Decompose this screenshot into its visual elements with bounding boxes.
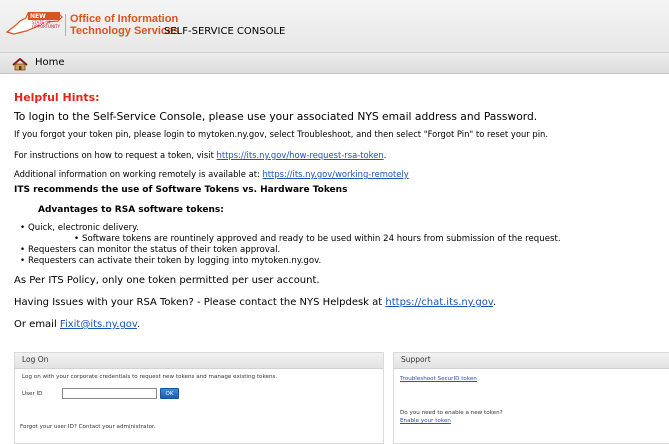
logo-divider (65, 14, 66, 36)
email-prefix: Or email (14, 319, 60, 330)
home-icon[interactable] (12, 56, 28, 75)
working-remotely-link[interactable]: https://its.ny.gov/working-remotely (262, 169, 408, 179)
enable-token-question: Do you need to enable a new token? (400, 410, 503, 416)
logon-panel-title: Log On (22, 355, 49, 364)
request-token-prefix: For instructions on how to request a tok… (14, 150, 217, 160)
email-text: Or email Fixit@its.ny.gov. (14, 319, 140, 330)
working-remotely-prefix: Additional information on working remote… (14, 169, 263, 179)
org-name-line1: Office of Information (70, 13, 179, 25)
advantage-item: Quick, electronic delivery. (20, 223, 139, 233)
token-policy-text: As Per ITS Policy, only one token permit… (14, 275, 320, 286)
advantage-item: Requesters can monitor the status of the… (20, 245, 280, 255)
app-header: NEW YORK STATE OF OPPORTUNITY Office of … (0, 0, 669, 52)
request-token-text: For instructions on how to request a tok… (14, 150, 386, 160)
forgot-pin-text: If you forgot your token pin, please log… (14, 129, 548, 139)
advantage-subitem: Software tokens are rountinely approved … (74, 234, 561, 244)
console-title: SELF-SERVICE CONSOLE (164, 26, 286, 37)
fixit-email-link[interactable]: Fixit@its.ny.gov (60, 319, 137, 330)
helpful-hints-heading: Helpful Hints: (14, 91, 100, 104)
software-token-recommendation: ITS recommends the use of Software Token… (14, 185, 348, 195)
email-suffix: . (137, 319, 141, 330)
enable-item: Enable your token (400, 418, 451, 424)
logon-panel: Log On Log on with your corporate creden… (14, 352, 384, 444)
logon-description: Log on with your corporate credentials t… (22, 374, 278, 380)
working-remotely-text: Additional information on working remote… (14, 169, 409, 179)
forgot-userid-text: Forgot your user ID? Contact your admini… (20, 424, 156, 430)
advantage-item: Requesters can activate their token by l… (20, 256, 321, 266)
support-panel: Support Troubleshoot SecurID token Do yo… (393, 352, 669, 444)
userid-input[interactable] (62, 388, 157, 399)
helpdesk-chat-link[interactable]: https://chat.its.ny.gov (385, 297, 493, 308)
support-panel-title: Support (401, 355, 431, 364)
org-name: Office of Information Technology Service… (70, 13, 179, 37)
nav-bar: Home (0, 52, 669, 74)
nav-home-link[interactable]: Home (35, 57, 65, 68)
request-token-link[interactable]: https://its.ny.gov/how-request-rsa-token (217, 150, 384, 160)
userid-label: User ID (22, 391, 43, 397)
support-panel-header: Support (394, 353, 669, 369)
helpdesk-suffix: . (493, 297, 497, 308)
org-name-line2: Technology Services (70, 25, 180, 37)
helpdesk-text: Having Issues with your RSA Token? - Ple… (14, 297, 496, 308)
troubleshoot-item: Troubleshoot SecurID token (400, 376, 477, 382)
enable-token-link[interactable]: Enable your token (400, 418, 451, 424)
nys-logo[interactable]: NEW YORK STATE OF OPPORTUNITY (6, 12, 66, 36)
logo-text-opportunity: STATE OF OPPORTUNITY (32, 20, 61, 29)
helpdesk-prefix: Having Issues with your RSA Token? - Ple… (14, 297, 386, 308)
ok-button[interactable]: OK (160, 388, 179, 399)
advantages-heading: Advantages to RSA software tokens: (38, 205, 224, 215)
troubleshoot-securid-link[interactable]: Troubleshoot SecurID token (400, 376, 477, 382)
login-instructions: To login to the Self-Service Console, pl… (14, 110, 538, 123)
logon-panel-header: Log On (15, 353, 383, 369)
request-token-suffix: . (383, 150, 387, 160)
